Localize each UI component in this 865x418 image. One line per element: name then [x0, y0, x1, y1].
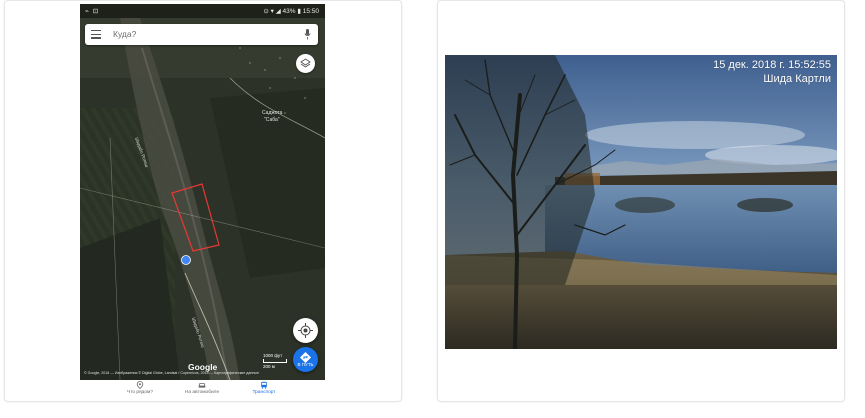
pin-icon: [136, 381, 144, 389]
map-scale: 1000 фут 200 м: [263, 353, 287, 370]
scale-bottom-label: 200 м: [263, 364, 275, 369]
my-location-button[interactable]: [293, 318, 318, 343]
nav-transit[interactable]: Транспорт: [234, 381, 294, 395]
photo-timestamp: 15 дек. 2018 г. 15:52:55 Шида Картли: [713, 58, 831, 86]
layers-icon: [300, 58, 311, 68]
layers-button[interactable]: [296, 54, 315, 73]
village-label-sub: "Саба": [264, 117, 280, 123]
route-button[interactable]: В ПУТЬ: [293, 347, 318, 372]
nav-explore[interactable]: Что рядом?: [110, 381, 170, 395]
phone-screenshot: ⌁ ⊡ ⊙ ▾ ◢ 43% ▮ 15:50 Шидабо Ротеш Саджо…: [80, 4, 325, 398]
status-bar: ⌁ ⊡ ⊙ ▾ ◢ 43% ▮ 15:50: [80, 4, 325, 18]
scale-bar: [263, 359, 287, 363]
route-button-label: В ПУТЬ: [297, 362, 314, 367]
timestamp-location: Шида Картли: [763, 73, 831, 85]
map-copyright: © Google, 2018 — Изображения © Digital G…: [84, 371, 259, 375]
village-label: Саджота: [262, 110, 283, 116]
status-right: ⊙ ▾ ◢ 43% ▮ 15:50: [263, 8, 319, 15]
nav-explore-label: Что рядом?: [127, 390, 153, 395]
bus-icon: [261, 381, 267, 389]
location-dot: [181, 255, 191, 265]
lake-scene-image: [445, 55, 837, 349]
bottom-navigation: Что рядом? На автомобиле Транспорт: [80, 380, 325, 398]
nav-transit-label: Транспорт: [252, 390, 276, 395]
directions-icon: [300, 352, 311, 363]
nav-driving-label: На автомобиле: [184, 390, 220, 395]
status-left: ⌁ ⊡: [85, 8, 100, 15]
timestamp-date: 15 дек. 2018 г. 15:52:55: [713, 59, 831, 71]
satellite-map[interactable]: Шидабо Ротеш Саджота "Саба" Шидабо Ротеш: [80, 18, 325, 380]
landscape-photo: 15 дек. 2018 г. 15:52:55 Шида Картли: [445, 55, 837, 349]
crosshair-icon: [298, 323, 313, 338]
search-bar[interactable]: Куда?: [85, 24, 318, 45]
search-input[interactable]: Куда?: [113, 29, 136, 39]
microphone-icon[interactable]: [304, 29, 311, 40]
car-icon: [198, 383, 206, 388]
nav-driving[interactable]: На автомобиле: [172, 381, 232, 395]
menu-icon[interactable]: [91, 30, 101, 39]
